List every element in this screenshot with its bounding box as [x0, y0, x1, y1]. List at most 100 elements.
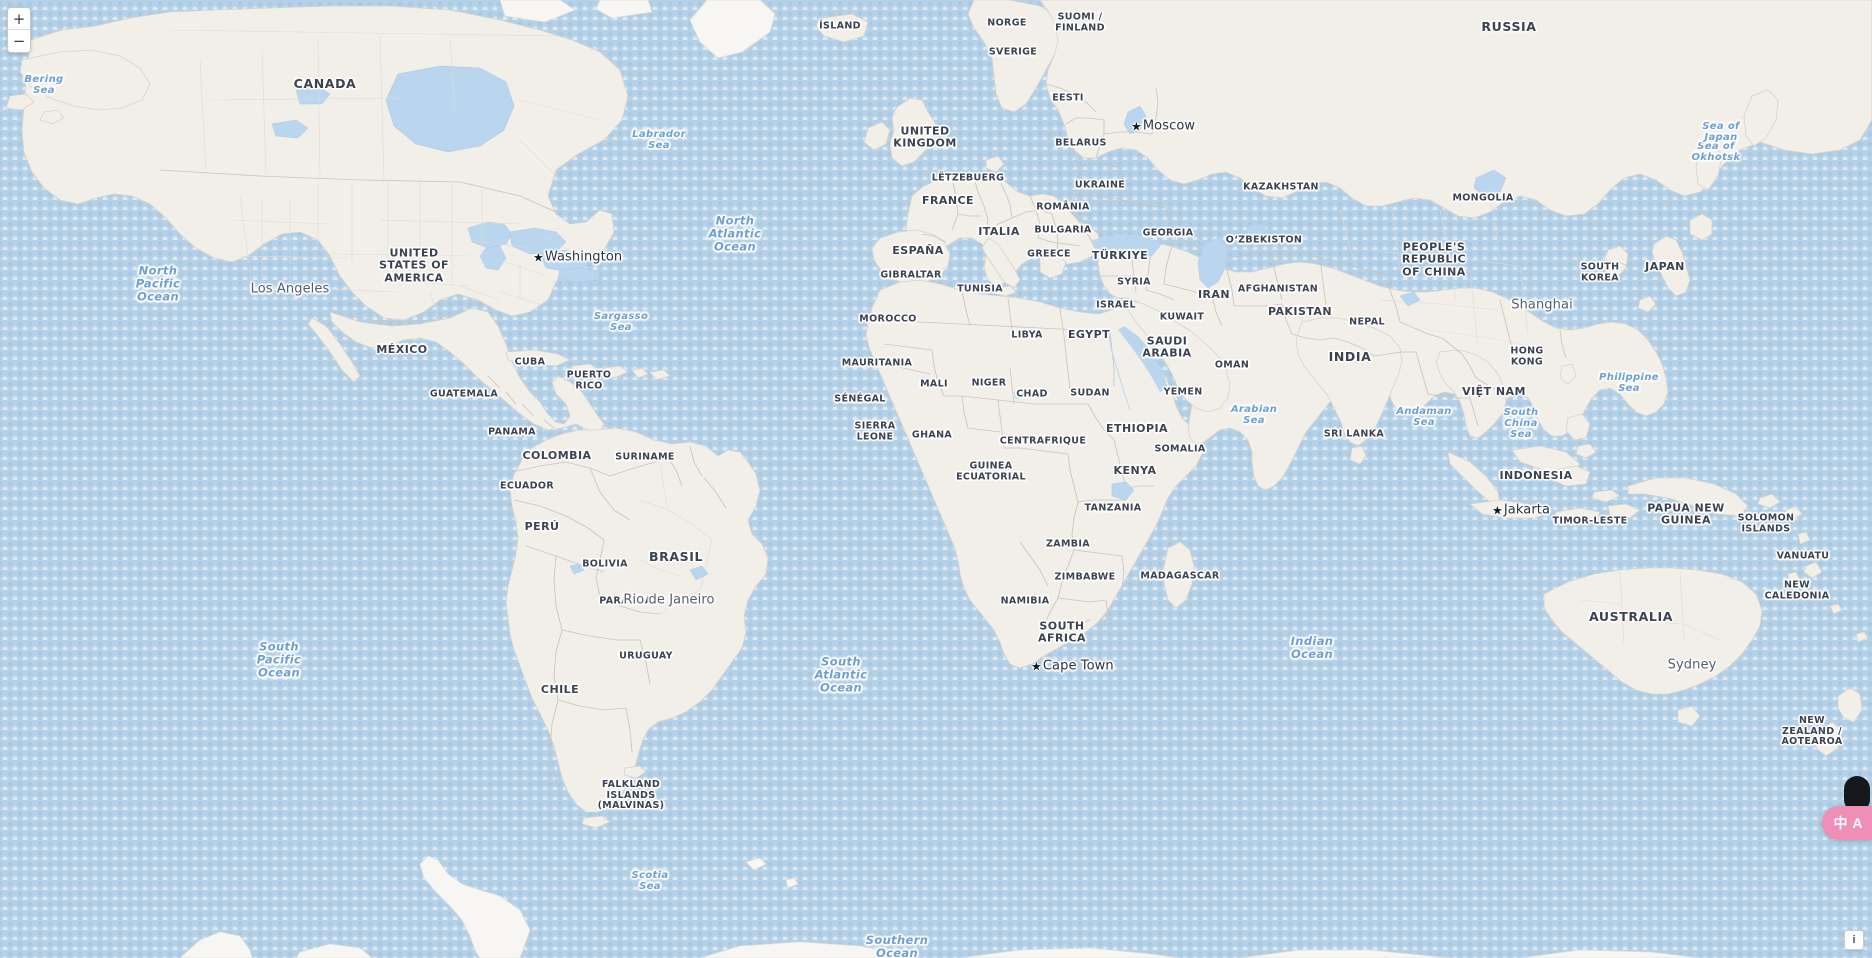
- zoom-out-button[interactable]: −: [8, 30, 30, 52]
- country-label: ZAMBIA: [1046, 538, 1090, 550]
- water-label: Sea of Okhotsk: [1691, 140, 1741, 163]
- country-label: OMAN: [1214, 359, 1250, 371]
- country-label: KENYA: [1113, 463, 1157, 477]
- country-label: SAUDI ARABIA: [1142, 334, 1192, 360]
- country-label: GUATEMALA: [429, 388, 499, 400]
- country-label: FRANCE: [922, 193, 974, 207]
- country-label: SOMALIA: [1154, 443, 1206, 455]
- country-label: TANZANIA: [1084, 502, 1142, 514]
- city-name: Moscow: [1142, 118, 1196, 134]
- country-label: ESPAÑA: [892, 243, 944, 257]
- capital-star-icon: ★: [1492, 503, 1503, 518]
- country-label: GREECE: [1027, 248, 1071, 260]
- country-label: ÍSLAND: [819, 20, 861, 32]
- country-label: MÉXICO: [376, 342, 428, 356]
- country-label: NEW ZEALAND / AOTEAROA: [1781, 715, 1843, 748]
- country-label: O‘ZBEKISTON: [1225, 234, 1303, 246]
- city-name: Cape Town: [1042, 658, 1114, 674]
- country-label: EESTI: [1052, 92, 1084, 104]
- city-label: Los Angeles: [250, 281, 330, 297]
- info-button[interactable]: i: [1844, 930, 1864, 950]
- country-label: YEMEN: [1163, 386, 1203, 398]
- capital-city-label: ★ Moscow: [1131, 118, 1196, 135]
- country-label: GUINEA ECUATORIAL: [956, 460, 1026, 482]
- country-label: ECUADOR: [500, 480, 554, 492]
- country-label: PERÚ: [524, 519, 560, 533]
- country-label: UNITED KINGDOM: [893, 124, 957, 150]
- city-name: Jakarta: [1503, 502, 1551, 518]
- country-label: MONGOLIA: [1452, 192, 1514, 204]
- country-label: LIBYA: [1011, 329, 1043, 341]
- country-label: PAKISTAN: [1267, 304, 1333, 318]
- water-label: Sea of Japan: [1702, 120, 1740, 143]
- country-label: VIỆT NAM: [1462, 384, 1526, 398]
- country-label: GHANA: [911, 429, 953, 441]
- country-label: HONG KONG: [1510, 345, 1544, 367]
- zoom-in-button[interactable]: +: [8, 8, 30, 30]
- country-label: NEPAL: [1349, 316, 1385, 328]
- country-label: NEW CALEDONIA: [1764, 579, 1830, 601]
- country-label: SOUTH KOREA: [1580, 261, 1620, 283]
- country-label: SOUTH AFRICA: [1038, 619, 1086, 645]
- world-map-canvas[interactable]: .land{fill:#f2efe9;stroke:#d7d2ca;stroke…: [0, 0, 1872, 958]
- water-label: Philippine Sea: [1599, 371, 1659, 394]
- country-label: ZIMBABWE: [1054, 571, 1116, 583]
- country-label: CANADA: [293, 76, 357, 91]
- map-marker-blob: [1844, 776, 1870, 810]
- country-label: TUNISIA: [957, 283, 1003, 295]
- country-label: SUOMI / FINLAND: [1055, 11, 1105, 33]
- country-label: ROMÂNIA: [1036, 201, 1090, 213]
- country-label: CUBA: [514, 356, 546, 368]
- water-label: South Pacific Ocean: [256, 639, 302, 680]
- country-label: ETHIOPIA: [1106, 421, 1168, 435]
- water-label: Labrador Sea: [632, 128, 686, 151]
- capital-star-icon: ★: [1131, 119, 1142, 134]
- city-label: Rio de Janeiro: [623, 592, 715, 608]
- translate-button[interactable]: 中 A: [1821, 806, 1872, 840]
- country-label: SUDAN: [1070, 387, 1110, 399]
- country-label: AFGHANISTAN: [1237, 283, 1319, 295]
- country-label: SOLOMON ISLANDS: [1737, 512, 1795, 534]
- water-label: Southern Ocean: [865, 933, 929, 958]
- city-name: Washington: [544, 249, 623, 265]
- country-label: FALKLAND ISLANDS (MALVINAS): [597, 779, 665, 812]
- country-label: MALI: [920, 378, 948, 390]
- country-label: LËTZEBUERG: [931, 172, 1005, 184]
- country-label: UKRAINE: [1074, 179, 1126, 191]
- country-label: CHILE: [540, 682, 580, 696]
- country-label: BELARUS: [1055, 137, 1107, 149]
- country-label: PAPUA NEW GUINEA: [1647, 501, 1725, 527]
- country-label: ITALIA: [978, 224, 1020, 238]
- country-label: INDONESIA: [1499, 468, 1573, 482]
- country-label: MADAGASCAR: [1140, 570, 1220, 582]
- country-label: PUERTO RICO: [566, 369, 612, 391]
- country-label: BOLIVIA: [582, 558, 628, 570]
- water-label: North Pacific Ocean: [135, 263, 181, 304]
- country-label: IRAN: [1197, 287, 1231, 301]
- country-label: SVERIGE: [988, 46, 1038, 58]
- country-label: BRASIL: [648, 549, 704, 564]
- country-label: SIERRA LEONE: [854, 420, 896, 442]
- country-label: PEOPLE'S REPUBLIC OF CHINA: [1401, 240, 1467, 279]
- country-label: EGYPT: [1067, 327, 1111, 341]
- capital-city-label: ★ Washington: [533, 249, 623, 266]
- country-label: NIGER: [971, 377, 1007, 389]
- country-label: NAMIBIA: [1000, 595, 1050, 607]
- country-label: GEORGIA: [1142, 227, 1194, 239]
- country-label: TIMOR-LESTE: [1552, 515, 1628, 527]
- country-label: INDIA: [1328, 349, 1372, 364]
- water-label: Indian Ocean: [1290, 634, 1334, 661]
- translate-icon: 中 A: [1833, 815, 1863, 831]
- water-label: Andaman Sea: [1396, 405, 1452, 428]
- country-label: KUWAIT: [1159, 311, 1205, 323]
- city-label: Sydney: [1667, 657, 1717, 673]
- country-label: VANUATU: [1776, 550, 1830, 562]
- country-label: BULGARIA: [1034, 224, 1092, 236]
- country-label: SYRIA: [1117, 276, 1151, 288]
- country-label: GIBRALTAR: [880, 269, 942, 281]
- capital-city-label: ★ Jakarta: [1492, 502, 1551, 519]
- country-label: COLOMBIA: [522, 448, 592, 462]
- zoom-control[interactable]: + −: [7, 7, 31, 53]
- water-label: South Atlantic Ocean: [814, 654, 868, 695]
- water-label: Sargasso Sea: [593, 310, 649, 333]
